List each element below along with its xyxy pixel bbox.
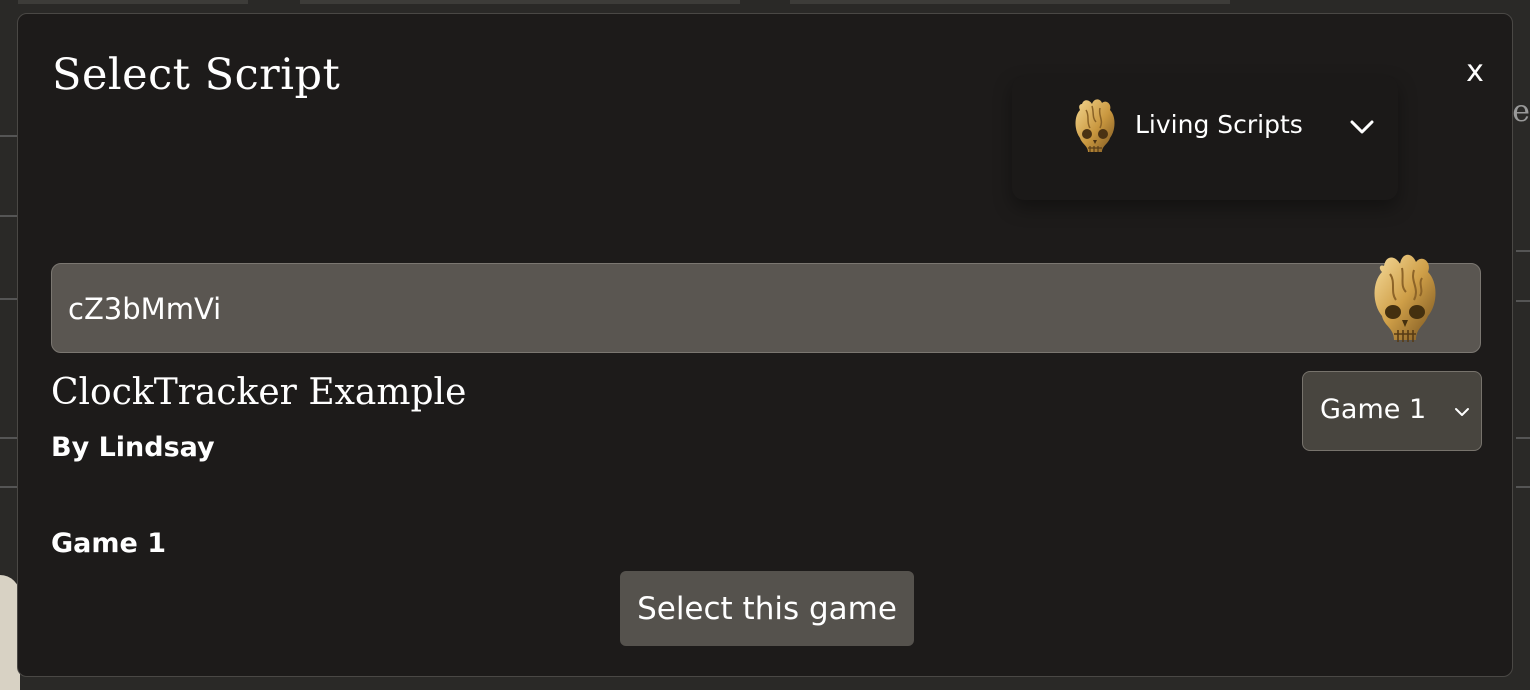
script-code-input[interactable] [68,286,1348,332]
script-code-field[interactable] [51,254,1481,353]
skull-heart-icon [1075,99,1115,152]
background-tab [790,0,1230,4]
background-divider [1516,437,1530,439]
background-divider [0,486,18,488]
select-game-button[interactable]: Select this game [620,571,914,646]
chevron-down-icon [1350,120,1374,134]
background-divider [0,215,18,217]
background-divider [0,298,18,300]
background-tab [300,0,740,4]
game-heading: Game 1 [51,528,167,559]
game-dropdown[interactable]: Game 1 [1302,371,1482,451]
background-tab [18,0,248,4]
background-divider [1516,300,1530,302]
script-source-dropdown[interactable]: Living Scripts [1012,76,1398,200]
script-source-label: Living Scripts [1135,110,1303,139]
close-button[interactable]: x [1460,54,1490,90]
select-script-modal: Select Script x Living Scripts cZ3bMmVi … [17,13,1513,677]
modal-title: Select Script [52,50,341,100]
game-dropdown-value: Game 1 [1320,394,1427,425]
background-divider [1516,250,1530,252]
script-author: By Lindsay [51,432,215,463]
script-name: ClockTracker Example [51,372,467,413]
chevron-down-icon [1455,408,1469,416]
background-divider [1516,486,1530,488]
background-divider [0,437,18,439]
skull-heart-icon [1374,254,1436,342]
background-divider [0,135,18,137]
